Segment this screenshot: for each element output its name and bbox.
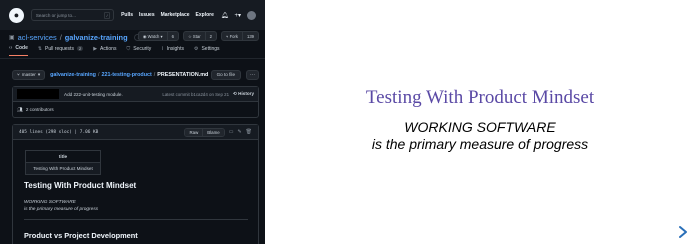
shield-icon: ⛉ <box>126 45 131 52</box>
latest-commit: Add 222-unit-testing module. Latest comm… <box>13 87 258 102</box>
desktop-icon[interactable]: ▭ <box>229 129 234 135</box>
branch-icon: ⑂ <box>17 72 20 77</box>
contributors-row[interactable]: 👥︎ 2 contributors <box>13 102 258 117</box>
tab-pull-requests-label: Pull requests <box>45 45 74 52</box>
tab-security[interactable]: ⛉ Security <box>126 45 151 56</box>
go-to-file-button[interactable]: Go to file <box>210 69 241 80</box>
file-header: 405 lines (298 sloc) | 7.06 KB Raw Blame… <box>13 125 258 140</box>
play-icon: ▶ <box>93 45 98 52</box>
tab-pull-requests[interactable]: ⇅ Pull requests 2 <box>37 45 84 56</box>
fork-count[interactable]: 139 <box>242 32 258 40</box>
search-input[interactable]: Search or jump to... / <box>30 9 115 21</box>
pencil-icon[interactable]: ✎ <box>237 129 241 135</box>
tab-insights-label: Insights <box>166 45 184 52</box>
search-placeholder: Search or jump to... <box>35 12 76 18</box>
graph-icon: ⌇ <box>161 45 164 52</box>
tab-code[interactable]: ‹› Code <box>9 45 28 56</box>
repo-actions: ◉ Watch ▾ 6 ☆ Star 2 ⑂ Fork 139 <box>137 31 259 41</box>
gear-icon: ⚙ <box>193 45 199 52</box>
repo-title: ▣ acl-services / galvanize-training Priv… <box>9 33 155 42</box>
bell-icon[interactable]: 🔔︎ <box>221 12 229 19</box>
tab-security-label: Security <box>133 45 152 52</box>
commit-box: Add 222-unit-testing module. Latest comm… <box>12 86 259 118</box>
redacted-author <box>17 89 59 99</box>
markdown-emphasis: WORKING SOFTWARE is the primary measure … <box>24 199 98 213</box>
markdown-divider <box>24 219 248 220</box>
nav-pulls[interactable]: Pulls <box>121 12 133 18</box>
file-navigation: ⑂ master ▾ galvanize-training / 221-test… <box>12 69 259 80</box>
tab-insights[interactable]: ⌇ Insights <box>161 45 184 56</box>
breadcrumb-folder[interactable]: 221-testing-product <box>101 72 151 78</box>
branch-name: master <box>21 72 36 77</box>
contributors-count: 2 contributors <box>25 107 54 112</box>
fork-label: Fork <box>229 33 238 39</box>
tab-settings-label: Settings <box>201 45 220 52</box>
more-options-button[interactable]: ··· <box>246 69 259 80</box>
code-icon: ‹› <box>9 45 13 51</box>
header-right: 🔔︎ +▾ <box>221 10 256 20</box>
file-viewer: 405 lines (298 sloc) | 7.06 KB Raw Blame… <box>12 124 259 244</box>
commit-meta[interactable]: Latest commit b1ca2d4 on Sep 21 <box>162 92 229 97</box>
raw-button[interactable]: Raw <box>185 128 203 136</box>
nav-issues[interactable]: Issues <box>139 12 155 18</box>
tab-code-label: Code <box>15 45 28 51</box>
tab-actions[interactable]: ▶ Actions <box>93 45 116 56</box>
people-icon: 👥︎ <box>17 106 23 112</box>
chevron-right-icon[interactable] <box>678 225 688 239</box>
markdown-heading: Testing With Product Mindset <box>24 181 137 190</box>
global-nav: Pulls Issues Marketplace Explore <box>121 12 214 18</box>
watch-button[interactable]: ◉ Watch ▾ 6 <box>137 31 179 41</box>
watch-label: Watch <box>147 33 160 39</box>
repo-icon: ▣ <box>9 35 15 41</box>
plus-icon[interactable]: +▾ <box>234 12 241 19</box>
slide-title: Testing With Product Mindset <box>365 87 595 108</box>
fork-button[interactable]: ⑂ Fork 139 <box>220 31 259 41</box>
star-button[interactable]: ☆ Star 2 <box>182 31 217 41</box>
tabs-divider <box>0 58 265 59</box>
repo-owner-link[interactable]: acl-services <box>18 33 57 42</box>
watch-count[interactable]: 6 <box>166 32 178 40</box>
breadcrumb: galvanize-training / 221-testing-product… <box>50 72 208 78</box>
raw-blame-group: Raw Blame <box>184 127 225 137</box>
star-count[interactable]: 2 <box>204 32 216 40</box>
markdown-subheading: Product vs Project Development <box>24 231 138 240</box>
github-logo-icon[interactable]: ● <box>9 7 24 23</box>
nav-explore[interactable]: Explore <box>196 12 214 18</box>
breadcrumb-repo[interactable]: galvanize-training <box>50 72 96 78</box>
breadcrumb-separator: / <box>97 71 100 78</box>
pull-requests-count: 2 <box>76 46 84 51</box>
repo-separator: / <box>59 33 62 42</box>
table-cell: Testing With Product Mindset <box>26 163 100 174</box>
nav-marketplace[interactable]: Marketplace <box>161 12 190 18</box>
front-matter-table: title Testing With Product Mindset <box>25 150 101 175</box>
avatar[interactable] <box>247 10 256 20</box>
breadcrumb-file: PRESENTATION.md <box>157 71 209 78</box>
repo-tabs: ‹› Code ⇅ Pull requests 2 ▶ Actions ⛉ Se… <box>9 45 220 56</box>
branch-select[interactable]: ⑂ master ▾ <box>12 69 46 80</box>
table-header: title <box>26 151 100 163</box>
pull-request-icon: ⇅ <box>37 45 43 52</box>
tab-actions-label: Actions <box>100 45 117 52</box>
commit-message[interactable]: Add 222-unit-testing module. <box>64 92 123 97</box>
slide-subtitle-line-1: WORKING SOFTWARE <box>404 119 556 135</box>
emphasis-line-1: WORKING SOFTWARE <box>24 200 76 205</box>
blame-button[interactable]: Blame <box>202 128 224 136</box>
github-screenshot: ● Search or jump to... / Pulls Issues Ma… <box>0 0 265 244</box>
breadcrumb-separator: / <box>153 71 156 78</box>
emphasis-line-2: is the primary measure of progress <box>24 207 99 212</box>
slide-subtitle-line-2: is the primary measure of progress <box>371 136 589 152</box>
github-header: ● Search or jump to... / Pulls Issues Ma… <box>0 0 265 30</box>
repo-name-link[interactable]: galvanize-training <box>65 33 128 42</box>
tab-settings[interactable]: ⚙ Settings <box>194 45 220 56</box>
slash-key-icon: / <box>104 11 111 19</box>
file-info: 405 lines (298 sloc) | 7.06 KB <box>19 129 99 135</box>
chevron-down-icon: ▾ <box>37 71 41 77</box>
file-tools: Raw Blame ▭ ✎ 🗑︎ <box>184 127 252 137</box>
star-label: Star <box>192 33 201 39</box>
